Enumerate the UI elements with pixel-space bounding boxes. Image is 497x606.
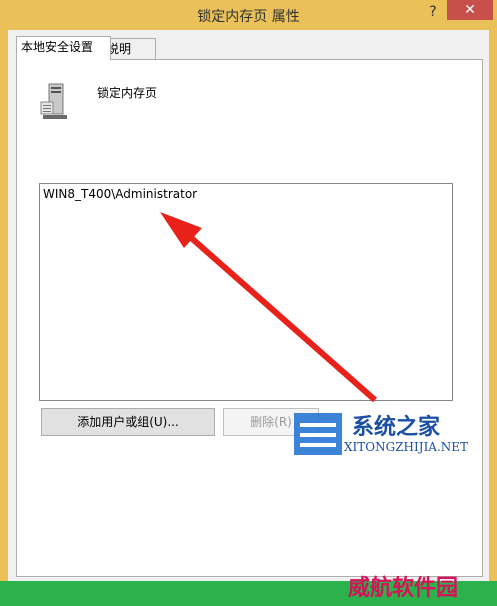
computer-tower-icon bbox=[40, 83, 67, 119]
title-bar: 锁定内存页 属性 ? ✕ bbox=[0, 0, 497, 30]
close-button[interactable]: ✕ bbox=[447, 0, 493, 20]
policy-name: 锁定内存页 bbox=[97, 86, 158, 100]
watermark-site-2: 威航软件园 bbox=[348, 576, 459, 601]
watermark-site-name: 系统之家 bbox=[352, 415, 441, 440]
tab-panel: 锁定内存页 WIN8_T400\Administrator 添加用户或组(U).… bbox=[16, 59, 483, 577]
add-user-or-group-button[interactable]: 添加用户或组(U)... bbox=[41, 408, 215, 436]
list-item[interactable]: WIN8_T400\Administrator bbox=[43, 187, 197, 201]
help-button[interactable]: ? bbox=[420, 2, 446, 22]
properties-window: 锁定内存页 属性 ? ✕ 本地安全设置 说明 锁定内存页 WIN8_T400\A… bbox=[0, 0, 497, 606]
users-listbox[interactable]: WIN8_T400\Administrator bbox=[39, 183, 453, 401]
watermark-site-url: XITONGZHIJIA.NET bbox=[344, 440, 469, 454]
dialog-client-area: 本地安全设置 说明 锁定内存页 WIN8_T400\Administrator … bbox=[8, 30, 489, 581]
tab-local-security-setting[interactable]: 本地安全设置 bbox=[16, 36, 111, 60]
